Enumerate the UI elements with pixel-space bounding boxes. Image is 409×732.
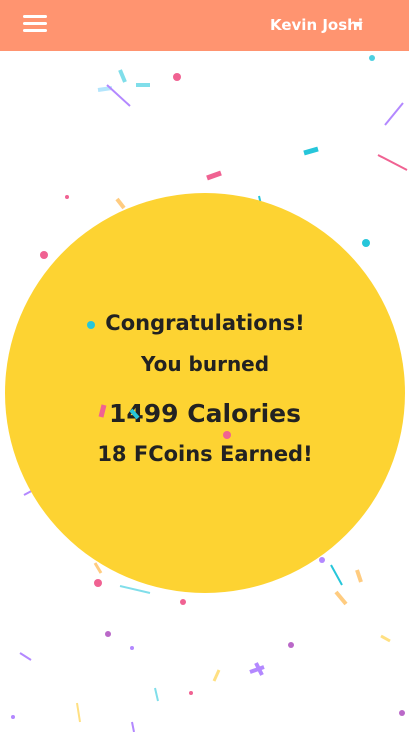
hamburger-menu-icon[interactable] bbox=[23, 13, 47, 35]
celebration-circle bbox=[5, 193, 405, 593]
fcoins-earned-text: 18 FCoins Earned! bbox=[97, 442, 313, 466]
caret-down-icon[interactable] bbox=[353, 22, 363, 27]
calories-burned-text: 1499 Calories bbox=[109, 399, 301, 428]
menu-bar bbox=[23, 15, 47, 18]
menu-bar bbox=[23, 29, 47, 32]
user-name: Kevin Joshi bbox=[270, 16, 363, 34]
top-navbar: Kevin Joshi bbox=[0, 0, 409, 51]
user-menu-button[interactable]: Kevin Joshi bbox=[270, 16, 363, 34]
menu-bar bbox=[23, 22, 47, 25]
congratulations-text: Congratulations! bbox=[105, 311, 305, 335]
burned-text: You burned bbox=[140, 352, 270, 376]
